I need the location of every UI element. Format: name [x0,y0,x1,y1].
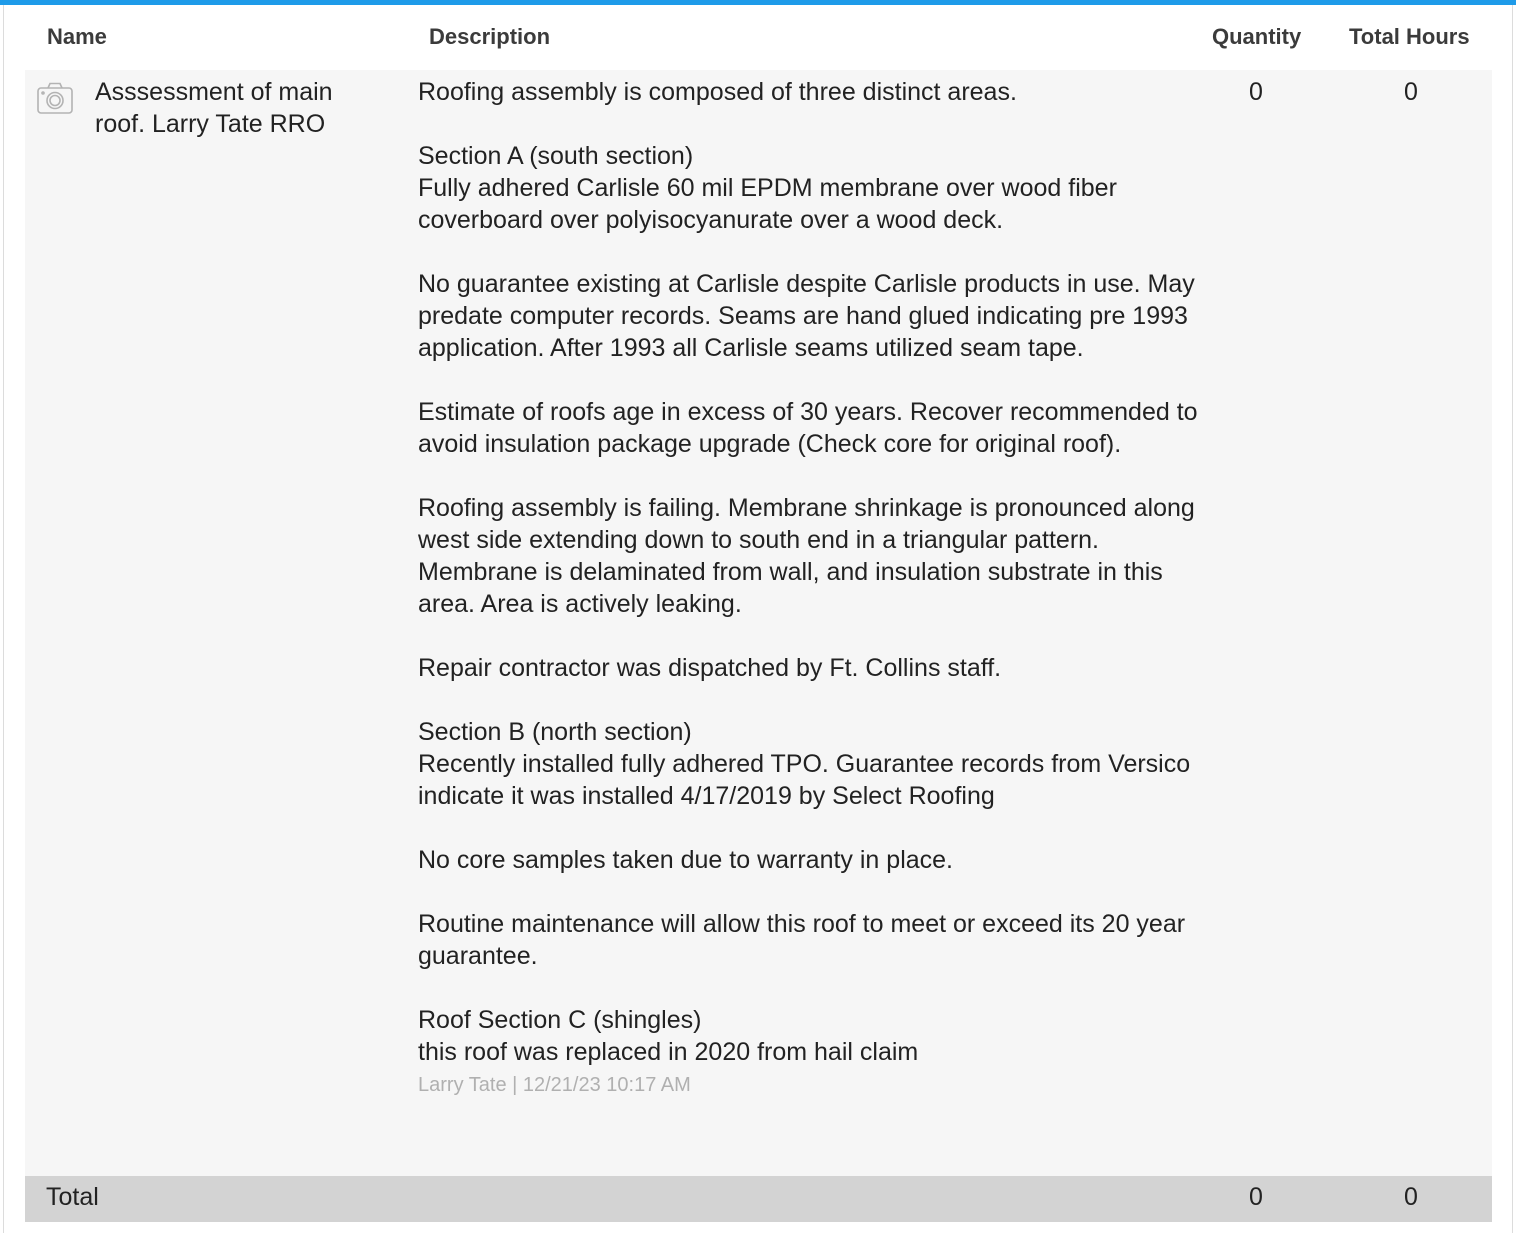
description-paragraph: Roof Section C (shingles) this roof was … [418,1006,919,1066]
author-timestamp: Larry Tate | 12/21/23 10:17 AM [418,1074,691,1096]
total-row: Total 0 0 [25,1176,1492,1222]
description-paragraph: Section A (south section) Fully adhered … [418,142,1117,234]
description-paragraph: No guarantee existing at Carlisle despit… [418,270,1195,362]
description-paragraph: Section B (north section) Recently insta… [418,718,1191,810]
total-hours: 0 [1404,1183,1418,1211]
item-name: Asssessment of main roof. Larry Tate RRO [95,78,333,138]
camera-icon[interactable] [37,82,73,114]
item-description: Roofing assembly is composed of three di… [418,76,1198,1100]
description-paragraph: Repair contractor was dispatched by Ft. … [418,654,1002,682]
description-paragraph: Estimate of roofs age in excess of 30 ye… [418,398,1198,458]
total-label: Total [46,1183,99,1211]
table-row[interactable]: Asssessment of main roof. Larry Tate RRO… [25,70,1492,1176]
item-total-hours: 0 [1404,78,1418,106]
table-header: Name Description Quantity Total Hours [0,5,1516,69]
column-header-quantity[interactable]: Quantity [1212,24,1301,50]
description-paragraph: No core samples taken due to warranty in… [418,846,953,874]
description-paragraph: Routine maintenance will allow this roof… [418,910,1186,970]
total-quantity: 0 [1249,1183,1263,1211]
description-paragraph: Roofing assembly is failing. Membrane sh… [418,494,1195,618]
column-header-description[interactable]: Description [429,24,550,50]
description-paragraph: Roofing assembly is composed of three di… [418,78,1017,106]
item-quantity: 0 [1249,78,1263,106]
column-header-total-hours[interactable]: Total Hours [1349,24,1470,50]
column-header-name[interactable]: Name [47,24,107,50]
